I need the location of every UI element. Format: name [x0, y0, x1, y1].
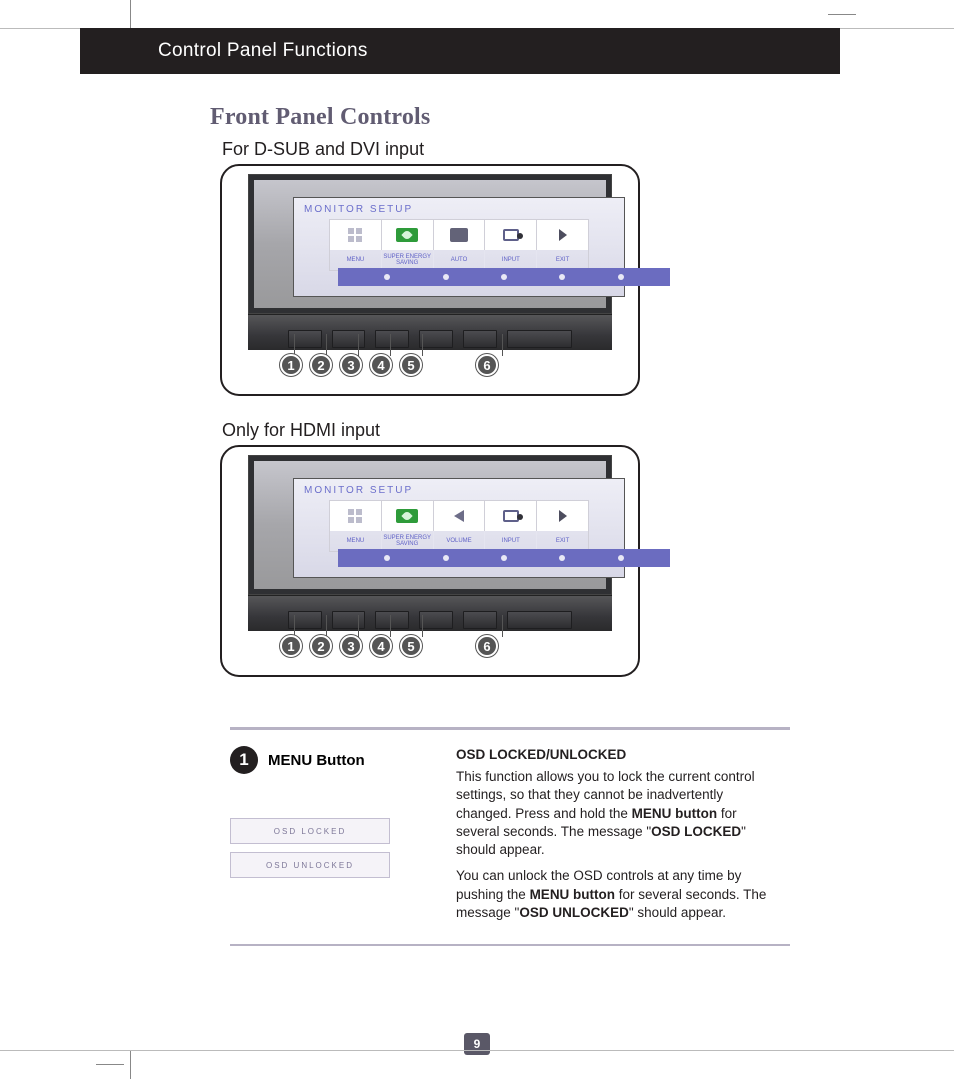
osd-icon-row — [329, 500, 589, 531]
osd-label: EXIT — [537, 531, 588, 551]
osd-label: INPUT — [485, 250, 537, 270]
osd-title: MONITOR SETUP — [294, 479, 624, 496]
button-chin — [248, 314, 612, 350]
section-header-text: Control Panel Functions — [158, 40, 368, 62]
callout-1: 1 — [280, 635, 302, 657]
item-paragraph-2: You can unlock the OSD controls at any t… — [456, 867, 770, 922]
callout-3: 3 — [340, 635, 362, 657]
osd-label: VOLUME — [434, 531, 486, 551]
panel1-caption: For D-SUB and DVI input — [222, 139, 770, 160]
osd-unlocked-box: OSD UNLOCKED — [230, 852, 390, 878]
osd-label: AUTO — [434, 250, 486, 270]
callout-5: 5 — [400, 354, 422, 376]
page-title: Front Panel Controls — [210, 104, 770, 131]
grid-icon — [330, 501, 382, 531]
callout-4: 4 — [370, 354, 392, 376]
exit-icon — [537, 220, 588, 250]
crop-mark-bottom — [0, 1051, 954, 1079]
callout-5: 5 — [400, 635, 422, 657]
osd-locked-box: OSD LOCKED — [230, 818, 390, 844]
callout-6: 6 — [476, 354, 498, 376]
callout-4: 4 — [370, 635, 392, 657]
callout-1: 1 — [280, 354, 302, 376]
osd-label: SUPER ENERGY SAVING — [382, 250, 434, 270]
auto-icon — [434, 220, 486, 250]
divider — [230, 944, 790, 946]
callout-3: 3 — [340, 354, 362, 376]
callout-row: 1 2 3 4 5 6 — [280, 354, 498, 376]
callout-row: 1 2 3 4 5 6 — [280, 635, 498, 657]
osd-label: MENU — [330, 531, 382, 551]
exit-icon — [537, 501, 588, 531]
item-number-badge: 1 — [230, 746, 258, 774]
osd-title: MONITOR SETUP — [294, 198, 624, 215]
osd-icon-row — [329, 219, 589, 250]
crop-mark-top — [0, 0, 954, 28]
led-strip — [338, 268, 670, 286]
osd-label: EXIT — [537, 250, 588, 270]
eco-icon — [382, 220, 434, 250]
callout-2: 2 — [310, 635, 332, 657]
button-chin — [248, 595, 612, 631]
led-strip — [338, 549, 670, 567]
item-paragraph-1: This function allows you to lock the cur… — [456, 768, 770, 859]
panel1-illustration: MONITOR SETUP MENU SUPER ENERGY SAVING A… — [220, 164, 640, 396]
grid-icon — [330, 220, 382, 250]
section-header: Control Panel Functions — [80, 28, 840, 74]
item-heading: OSD LOCKED/UNLOCKED — [456, 746, 770, 764]
panel2-caption: Only for HDMI input — [222, 420, 770, 441]
panel2-illustration: MONITOR SETUP MENU SUPER ENERGY SAVING V… — [220, 445, 640, 677]
item-title: MENU Button — [268, 752, 365, 769]
item-1: 1 MENU Button OSD LOCKED OSD UNLOCKED OS… — [230, 746, 770, 930]
callout-2: 2 — [310, 354, 332, 376]
osd-label: SUPER ENERGY SAVING — [382, 531, 434, 551]
callout-6: 6 — [476, 635, 498, 657]
volume-icon — [434, 501, 486, 531]
input-icon — [485, 501, 537, 531]
osd-label: INPUT — [485, 531, 537, 551]
input-icon — [485, 220, 537, 250]
eco-icon — [382, 501, 434, 531]
divider — [230, 727, 790, 730]
osd-label: MENU — [330, 250, 382, 270]
